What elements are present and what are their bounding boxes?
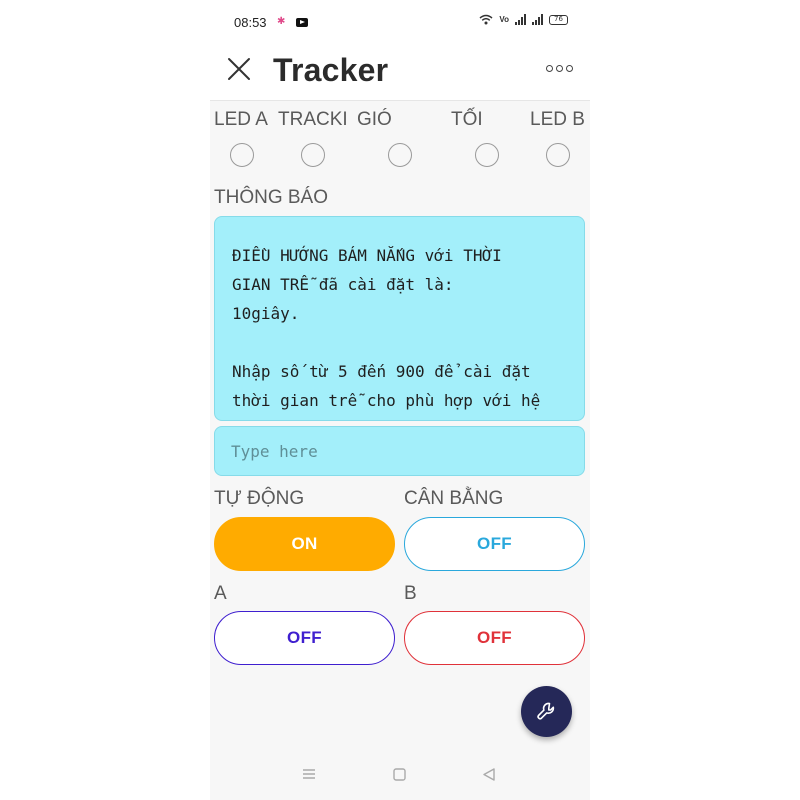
- menu-nav-icon[interactable]: [302, 768, 316, 780]
- wrench-icon: [536, 702, 554, 719]
- close-icon[interactable]: [226, 56, 252, 82]
- led-label-tracking: TRACKI: [278, 109, 348, 130]
- led-label-a: LED A: [214, 109, 268, 130]
- notice-terminal[interactable]: ĐIỀU HƯỚNG BÁM NẮNG với THỜI GIAN TRỄ đã…: [214, 216, 585, 421]
- app-header: Tracker: [210, 44, 590, 101]
- led-indicator-tracking: [301, 143, 325, 167]
- balance-switch-label: CÂN BẰNG: [404, 488, 504, 509]
- led-indicator-wind: [388, 143, 412, 167]
- notification-app-icon: ✱: [277, 16, 286, 27]
- led-label-wind: GIÓ: [357, 109, 392, 130]
- settings-fab[interactable]: [521, 686, 572, 737]
- b-switch-button[interactable]: OFF: [404, 611, 585, 665]
- a-switch-label: A: [214, 583, 227, 604]
- status-time: 08:53: [234, 15, 267, 30]
- signal-icon-2: [532, 14, 543, 25]
- phone-screen: 08:53 ✱ Vo 76 Tracker LED A TRACKI GIÓ T…: [210, 0, 590, 800]
- b-switch-label: B: [404, 583, 417, 604]
- youtube-icon: [296, 18, 308, 27]
- auto-switch-button[interactable]: ON: [214, 517, 395, 571]
- notice-label: THÔNG BÁO: [214, 187, 329, 208]
- volte-icon: Vo: [499, 15, 509, 24]
- led-indicator-b: [546, 143, 570, 167]
- led-label-b: LED B: [530, 109, 585, 130]
- signal-icon-1: [515, 14, 526, 25]
- status-indicators: Vo 76: [479, 14, 568, 25]
- balance-switch-button[interactable]: OFF: [404, 517, 585, 571]
- led-label-dark: TỐI: [451, 109, 483, 130]
- system-nav-bar: [210, 750, 590, 800]
- led-indicator-a: [230, 143, 254, 167]
- more-icon[interactable]: [546, 65, 573, 72]
- wifi-icon: [479, 14, 493, 25]
- status-bar: 08:53 ✱ Vo 76: [210, 0, 590, 44]
- back-nav-icon[interactable]: [483, 768, 495, 781]
- command-input[interactable]: [214, 426, 585, 476]
- led-indicator-dark: [475, 143, 499, 167]
- a-switch-button[interactable]: OFF: [214, 611, 395, 665]
- battery-icon: 76: [549, 14, 568, 25]
- page-title: Tracker: [273, 52, 389, 88]
- auto-switch-label: TỰ ĐỘNG: [214, 488, 305, 509]
- notice-text: ĐIỀU HƯỚNG BÁM NẮNG với THỜI GIAN TRỄ đã…: [232, 246, 541, 410]
- home-nav-icon[interactable]: [393, 768, 406, 781]
